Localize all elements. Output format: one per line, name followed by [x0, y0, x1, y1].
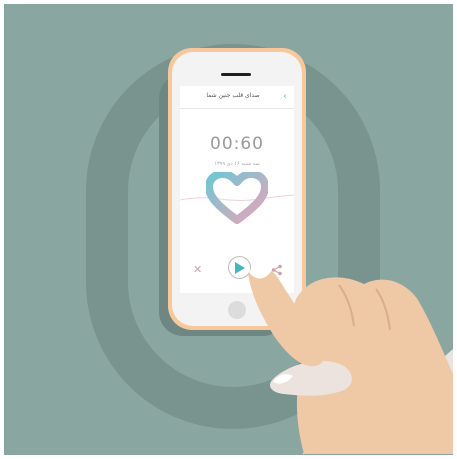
illustration-scene: ‹ صدای قلب جنین شما 00:60 سه شنبه ۱۶ دی … [4, 4, 453, 455]
pointing-hand [248, 264, 453, 454]
